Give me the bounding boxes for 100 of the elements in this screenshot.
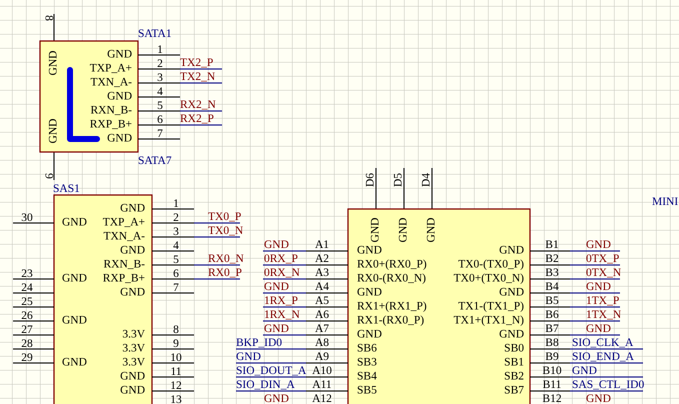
pin-line (152, 236, 194, 238)
net-label: GND (586, 239, 611, 251)
wire (262, 334, 306, 336)
pin-number: 28 (21, 338, 33, 350)
pin-line (530, 362, 570, 364)
wire (194, 278, 240, 280)
pin-name: GND (107, 90, 132, 103)
pin-number: 1 (173, 198, 179, 210)
designator: SAS1 (53, 183, 80, 195)
pin-name: GND (357, 286, 382, 299)
pin-line (306, 306, 348, 308)
wire (570, 292, 620, 294)
wire (570, 278, 620, 280)
pin-number: 25 (21, 296, 33, 308)
pin-number: A12 (312, 393, 332, 404)
wire (236, 348, 306, 350)
pin-name: GND (107, 48, 132, 61)
pin-name: GND (107, 132, 132, 145)
pin-line (12, 362, 54, 364)
pin-name: RX1-(RX0_P) (357, 314, 424, 327)
pin-name: GND (499, 286, 524, 299)
net-label: SAS_CTL_ID0 (572, 379, 644, 391)
pin-number: A1 (314, 239, 330, 251)
pin-name: SB5 (357, 384, 377, 397)
pin-number: 24 (21, 282, 33, 294)
wire (262, 292, 306, 294)
pin-number: B5 (545, 295, 559, 307)
pin-line (530, 390, 570, 392)
pin-line (152, 250, 194, 252)
wire (570, 264, 620, 266)
net-label: RX2_N (180, 99, 216, 111)
net-label: TX2_P (180, 57, 214, 69)
pin-number: 30 (21, 212, 33, 224)
pin-name: TXN_A- (103, 230, 145, 243)
pin-line (138, 68, 180, 70)
pin-name: TX1-(TX1_P) (458, 300, 524, 313)
pin-name: RXP_B+ (90, 118, 132, 131)
pin-name: GND (357, 328, 382, 341)
pin-name: TXP_A+ (102, 216, 145, 229)
pin-name: GND (120, 202, 145, 215)
pin-name: SB4 (357, 370, 377, 383)
pin-name: SB6 (357, 342, 377, 355)
wire (570, 320, 620, 322)
pin-line (12, 320, 54, 322)
pin-name: RXN_B- (103, 258, 145, 271)
pin-line (306, 376, 348, 378)
pin-line (530, 278, 570, 280)
pin-name: RX1+(RX1_P) (357, 300, 427, 313)
pin-name: GND (120, 370, 145, 383)
pin-line (12, 348, 54, 350)
pin-line (152, 264, 194, 266)
wire (236, 390, 306, 392)
pin-line (138, 82, 180, 84)
pin-number: B7 (545, 323, 559, 335)
wire (570, 250, 620, 252)
pin-name: RX0-(RX0_N) (357, 272, 426, 285)
net-label: GND (586, 323, 611, 335)
net-label: RX2_P (180, 113, 214, 125)
pin-line (152, 208, 194, 210)
pin-line (152, 348, 194, 350)
pin-number: B4 (545, 281, 559, 293)
pin-number: 6 (157, 114, 163, 126)
designator: SATA1 (138, 28, 172, 40)
wire (236, 362, 306, 364)
pin-number: A6 (314, 309, 330, 321)
pin-number: B1 (545, 239, 559, 251)
pin-line (530, 292, 570, 294)
net-label: GND (236, 351, 261, 363)
net-label: GND (264, 393, 289, 404)
pin-name: GND (62, 314, 87, 327)
wire (180, 82, 222, 84)
net-label: RX0_N (208, 253, 244, 265)
pin-name: 3.3V (122, 342, 145, 355)
pin-name: GND (48, 118, 60, 144)
pin-line (530, 306, 570, 308)
pin-name: 3.3V (122, 356, 145, 369)
net-label: 0RX_P (264, 253, 298, 265)
pin-name: GND (62, 216, 87, 229)
pin-name: TXP_A+ (90, 62, 132, 75)
pin-line (138, 138, 180, 140)
pin-line (12, 306, 54, 308)
pin-name: GND (398, 218, 410, 242)
pin-number: 4 (173, 240, 179, 252)
wire (194, 222, 240, 224)
net-label: TX0_N (208, 225, 244, 237)
pin-name: GND (357, 244, 382, 257)
pin-line (530, 376, 570, 378)
pin-name: GND (426, 218, 438, 242)
pin-line (152, 390, 194, 392)
net-label: TX2_N (180, 71, 216, 83)
pin-line (12, 334, 54, 336)
pin-number: 27 (21, 324, 33, 336)
pin-name: GND (62, 356, 87, 369)
wire (180, 110, 222, 112)
pin-number: 6 (173, 268, 179, 280)
pin-line (12, 292, 54, 294)
pin-number: 23 (21, 268, 33, 280)
wire (180, 124, 222, 126)
pin-number: A3 (314, 267, 330, 279)
pin-number: B11 (542, 379, 562, 391)
